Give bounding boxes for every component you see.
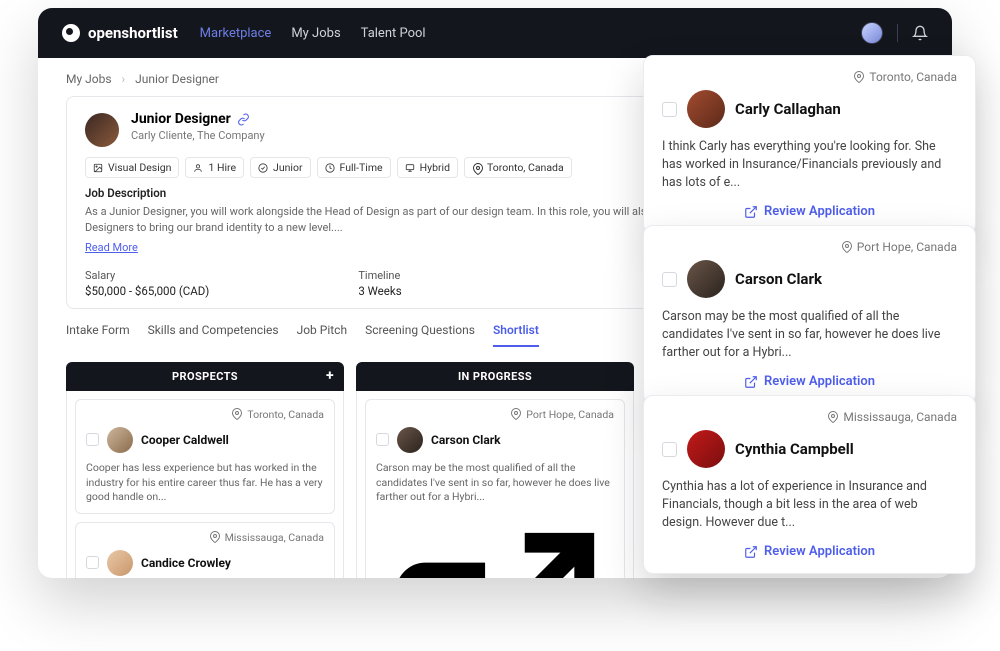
image-icon [93,163,103,173]
brand[interactable]: openshortlist [62,24,178,42]
column-body: Port Hope, Canada Carson Clark Carson may … [356,391,634,578]
candidate-avatar [687,90,725,128]
select-checkbox[interactable] [662,102,677,117]
card-location: Port Hope, Canada [376,408,614,421]
select-checkbox[interactable] [86,433,99,446]
read-more-link[interactable]: Read More [85,241,138,254]
candidate-name: Candice Crowley [141,556,231,570]
candidate-avatar [397,427,423,453]
divider [897,24,898,42]
job-title: Junior Designer [131,111,265,127]
salary-label: Salary [85,269,358,282]
breadcrumb-root[interactable]: My Jobs [66,72,112,86]
clock-icon [325,163,335,173]
user-avatar[interactable] [861,22,883,44]
check-icon [258,163,268,173]
pin-icon [827,411,839,423]
job-tag: Full-Time [317,157,391,178]
job-tag: Visual Design [85,157,179,178]
candidate-avatar [107,427,133,453]
nav-marketplace[interactable]: Marketplace [200,26,272,41]
topbar-right [861,22,928,44]
timeline-value: 3 Weeks [358,284,631,298]
candidate-card[interactable]: Toronto, Canada Cooper Caldwell Cooper has… [75,399,335,514]
candidate-card-float[interactable]: Toronto, Canada Carly Callaghan I think Ca… [643,55,976,234]
pin-icon [853,71,865,83]
candidate-card[interactable]: Port Hope, Canada Carson Clark Carson may … [365,399,625,578]
tab-skills-and-competencies[interactable]: Skills and Competencies [148,323,279,347]
candidate-summary: Cynthia has a lot of experience in Insur… [662,478,957,532]
pin-icon [510,408,522,420]
select-checkbox[interactable] [662,442,677,457]
review-application-link[interactable]: Review Application [662,544,957,559]
nav-my-jobs[interactable]: My Jobs [291,26,340,41]
job-title-text: Junior Designer [131,111,231,127]
tab-intake-form[interactable]: Intake Form [66,323,130,347]
select-checkbox[interactable] [376,433,389,446]
candidate-name: Carly Callaghan [735,100,841,118]
job-tag: Toronto, Canada [464,157,572,178]
add-prospect-button[interactable]: + [326,368,334,384]
candidate-avatar [687,430,725,468]
brand-name: openshortlist [88,24,178,42]
review-application-link[interactable]: Review Application [662,374,957,389]
tab-screening-questions[interactable]: Screening Questions [365,323,475,347]
candidate-avatar [687,260,725,298]
column-header: IN PROGRESS [356,362,634,391]
topbar: openshortlist Marketplace My Jobs Talent… [38,8,952,58]
candidate-card-float[interactable]: Mississauga, Canada Cynthia Campbell Cynth… [643,395,976,574]
candidate-summary: Carson may be the most qualified of all … [376,461,614,505]
candidate-summary: Cooper has less experience but has worke… [86,461,324,505]
candidate-name: Cooper Caldwell [141,433,229,447]
review-application-link[interactable]: Review Application [662,204,957,219]
select-checkbox[interactable] [86,556,99,569]
job-tag: Junior [250,157,310,178]
nav-talent-pool[interactable]: Talent Pool [361,26,426,41]
card-location: Toronto, Canada [662,70,957,84]
brand-logo-icon [62,24,80,42]
pin-icon [231,408,243,420]
candidate-summary: I think Carly has everything you're look… [662,138,957,192]
candidate-card[interactable]: Mississauga, CanadaCandice CrowleyCandic… [75,522,335,578]
tab-shortlist[interactable]: Shortlist [493,323,539,347]
card-location: Mississauga, Canada [662,410,957,424]
column-header: PROSPECTS+ [66,362,344,391]
shortlist-column: PROSPECTS+ Toronto, Canada Cooper Caldwell… [66,362,344,578]
hybrid-icon [405,163,415,173]
primary-nav: Marketplace My Jobs Talent Pool [200,26,426,41]
job-subtitle: Carly Cliente, The Company [131,129,265,142]
candidate-avatar [107,550,133,576]
chevron-right-icon: › [122,72,126,86]
bell-icon[interactable] [912,25,928,41]
candidate-card-float[interactable]: Port Hope, Canada Carson Clark Carson may … [643,225,976,404]
salary-value: $50,000 - $65,000 (CAD) [85,284,358,298]
link-icon[interactable] [237,113,250,126]
tab-job-pitch[interactable]: Job Pitch [297,323,347,347]
timeline-label: Timeline [358,269,631,282]
candidate-summary: Carson may be the most qualified of all … [662,308,957,362]
card-location: Port Hope, Canada [662,240,957,254]
card-location: Toronto, Canada [86,408,324,421]
person-icon [193,163,203,173]
pin-icon [209,531,221,543]
select-checkbox[interactable] [662,272,677,287]
job-tag: 1 Hire [185,157,244,178]
pin-icon [472,163,482,173]
card-location: Mississauga, Canada [86,531,324,544]
review-application-link[interactable]: Review Application [376,513,614,578]
candidate-name: Carson Clark [735,270,822,288]
breadcrumb-current: Junior Designer [135,72,219,86]
candidate-name: Carson Clark [431,433,501,447]
pin-icon [841,241,853,253]
job-tag: Hybrid [397,157,458,178]
column-body: Toronto, Canada Cooper Caldwell Cooper has… [66,391,344,578]
job-owner-avatar [85,113,119,147]
shortlist-column: IN PROGRESS Port Hope, Canada Carson Clark… [356,362,634,578]
candidate-name: Cynthia Campbell [735,440,854,458]
